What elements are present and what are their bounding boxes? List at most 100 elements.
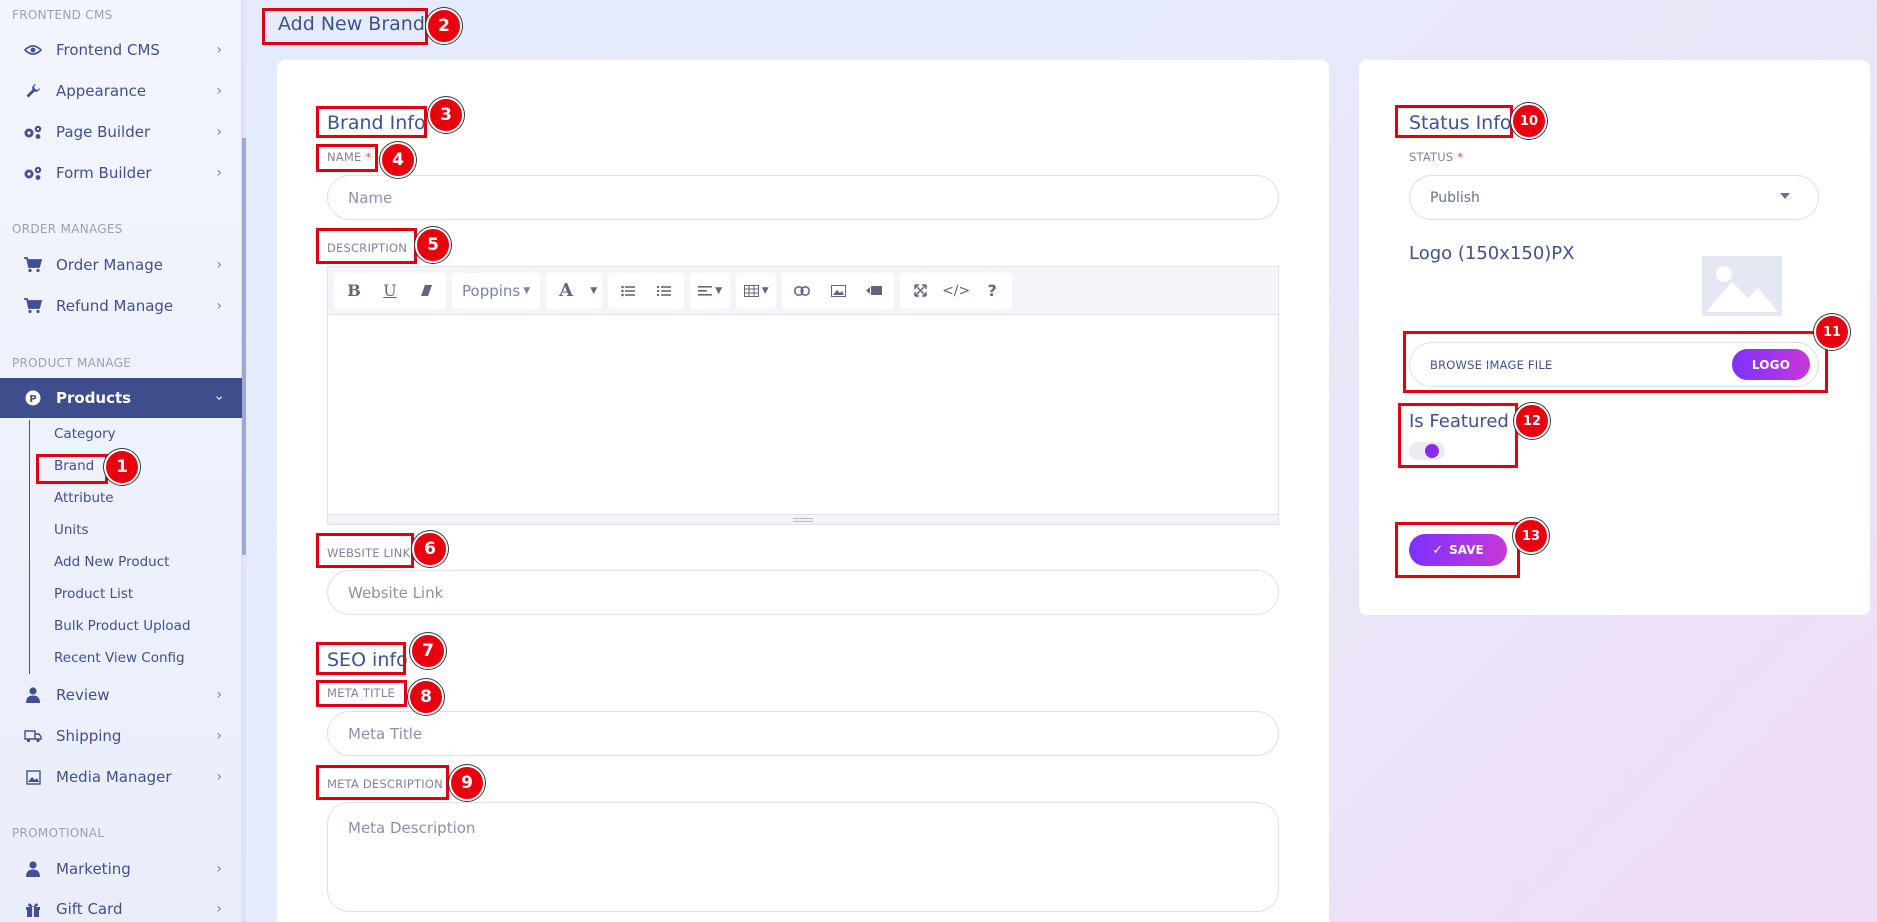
- website-link-input[interactable]: Website Link: [327, 570, 1279, 615]
- code-view-icon[interactable]: </>: [938, 273, 974, 309]
- name-input[interactable]: Name: [327, 175, 1279, 220]
- insert-group: [782, 272, 895, 309]
- sidebar-sub-add-new-product[interactable]: Add New Product: [54, 554, 169, 570]
- meta-title-input[interactable]: Meta Title: [327, 711, 1279, 756]
- sidebar-item-products[interactable]: P Products ›: [0, 378, 242, 418]
- chevron-right-icon: ›: [216, 861, 222, 877]
- sidebar-item-media-manager[interactable]: Media Manager ›: [0, 757, 242, 797]
- link-icon[interactable]: [784, 273, 820, 309]
- align-group: ▼: [690, 272, 731, 309]
- editor-content[interactable]: [328, 315, 1278, 514]
- sidebar-item-label: Marketing: [56, 860, 131, 878]
- editor-resize-handle[interactable]: [328, 514, 1278, 524]
- sidebar-item-label: Refund Manage: [56, 297, 174, 315]
- annotation-box-3: [316, 106, 427, 138]
- sidebar-item-label: Form Builder: [56, 164, 152, 182]
- sidebar-item-marketing[interactable]: Marketing ›: [0, 849, 242, 889]
- sidebar-item-form-builder[interactable]: Form Builder ›: [0, 153, 242, 193]
- annotation-box-6: [316, 533, 414, 568]
- status-label-text: STATUS: [1409, 150, 1454, 164]
- annotation-badge-8: 8: [408, 679, 444, 715]
- caret-down-icon[interactable]: ▼: [584, 273, 600, 309]
- gift-icon: [22, 901, 44, 917]
- text-color-icon[interactable]: A: [548, 273, 584, 309]
- annotation-badge-1: 1: [104, 449, 140, 485]
- table-icon[interactable]: ▼: [738, 273, 774, 309]
- description-editor: B U Poppins ▼ A ▼ ▼ ▼ </> ?: [327, 266, 1279, 525]
- ordered-list-icon[interactable]: [646, 273, 682, 309]
- meta-description-placeholder: Meta Description: [348, 819, 476, 837]
- status-select-value: Publish: [1430, 189, 1480, 206]
- annotation-badge-9: 9: [449, 765, 485, 801]
- chevron-right-icon: ›: [216, 257, 222, 273]
- image-icon[interactable]: [820, 273, 856, 309]
- annotation-badge-6: 6: [412, 531, 448, 567]
- chevron-right-icon: ›: [216, 83, 222, 99]
- sidebar-item-refund-manage[interactable]: Refund Manage ›: [0, 286, 242, 326]
- underline-button[interactable]: U: [372, 273, 408, 309]
- section-frontend-cms: FRONTEND CMS: [12, 8, 113, 22]
- annotation-box-2: [262, 8, 428, 45]
- logo-label: Logo (150x150)PX: [1409, 243, 1575, 264]
- grip-icon: [793, 517, 813, 522]
- sidebar-scrollbar[interactable]: [242, 0, 246, 922]
- sidebar-item-label: Page Builder: [56, 123, 151, 141]
- sidebar-item-shipping[interactable]: Shipping ›: [0, 716, 242, 756]
- chevron-right-icon: ›: [216, 687, 222, 703]
- eraser-icon[interactable]: [408, 273, 444, 309]
- sidebar-sub-product-list[interactable]: Product List: [54, 586, 133, 602]
- bold-button[interactable]: B: [336, 273, 372, 309]
- status-select[interactable]: Publish: [1409, 175, 1819, 220]
- sidebar-item-label: Appearance: [56, 82, 147, 100]
- font-group: Poppins ▼: [452, 272, 541, 309]
- cart-icon: [22, 298, 44, 314]
- sidebar-item-label: Order Manage: [56, 256, 163, 274]
- sidebar-sub-units[interactable]: Units: [54, 522, 89, 538]
- annotation-box-1: [36, 454, 108, 484]
- align-icon[interactable]: ▼: [692, 273, 728, 309]
- font-family-dropdown[interactable]: Poppins ▼: [454, 273, 538, 309]
- chevron-right-icon: ›: [216, 124, 222, 140]
- chevron-right-icon: ›: [216, 165, 222, 181]
- annotation-box-12: [1398, 403, 1518, 468]
- sidebar-item-order-manage[interactable]: Order Manage ›: [0, 245, 242, 285]
- annotation-badge-4: 4: [380, 142, 416, 178]
- annotation-badge-5: 5: [415, 227, 451, 263]
- unordered-list-icon[interactable]: [610, 273, 646, 309]
- annotation-badge-13: 13: [1513, 518, 1549, 554]
- font-family-value: Poppins: [462, 281, 521, 300]
- submenu-line: [29, 420, 30, 674]
- fullscreen-icon[interactable]: [902, 273, 938, 309]
- caret-down-icon: ▼: [523, 285, 531, 296]
- chevron-right-icon: ›: [216, 901, 222, 917]
- video-icon[interactable]: [856, 273, 892, 309]
- sidebar-sub-category[interactable]: Category: [54, 426, 116, 442]
- sidebar-sub-recent-view-config[interactable]: Recent View Config: [54, 650, 185, 666]
- logo-preview-image: [1702, 256, 1782, 316]
- sidebar-item-gift-card[interactable]: Gift Card ›: [0, 889, 242, 922]
- required-mark: *: [1457, 150, 1464, 164]
- annotation-box-5: [316, 228, 417, 264]
- sidebar-item-label: Frontend CMS: [56, 41, 160, 59]
- meta-description-textarea[interactable]: Meta Description: [327, 802, 1279, 912]
- sidebar-item-page-builder[interactable]: Page Builder ›: [0, 112, 242, 152]
- sidebar-sub-attribute[interactable]: Attribute: [54, 490, 114, 506]
- gears-icon: [22, 165, 44, 181]
- annotation-badge-2: 2: [426, 8, 462, 44]
- scrollbar-thumb[interactable]: [242, 138, 246, 555]
- user-icon: [22, 861, 44, 877]
- list-group: [608, 272, 685, 309]
- sidebar-item-review[interactable]: Review ›: [0, 675, 242, 715]
- sidebar-item-appearance[interactable]: Appearance ›: [0, 71, 242, 111]
- help-icon[interactable]: ?: [974, 273, 1010, 309]
- table-group: ▼: [736, 272, 777, 309]
- annotation-badge-11: 11: [1814, 314, 1850, 350]
- color-group: A ▼: [546, 272, 603, 309]
- sidebar-item-frontend-cms[interactable]: Frontend CMS ›: [0, 30, 242, 70]
- eye-icon: [22, 44, 44, 56]
- truck-icon: [22, 729, 44, 743]
- sidebar-item-label: Gift Card: [56, 900, 123, 918]
- sidebar-sub-bulk-product-upload[interactable]: Bulk Product Upload: [54, 618, 191, 634]
- editor-toolbar: B U Poppins ▼ A ▼ ▼ ▼ </> ?: [328, 267, 1278, 315]
- annotation-badge-7: 7: [410, 633, 446, 669]
